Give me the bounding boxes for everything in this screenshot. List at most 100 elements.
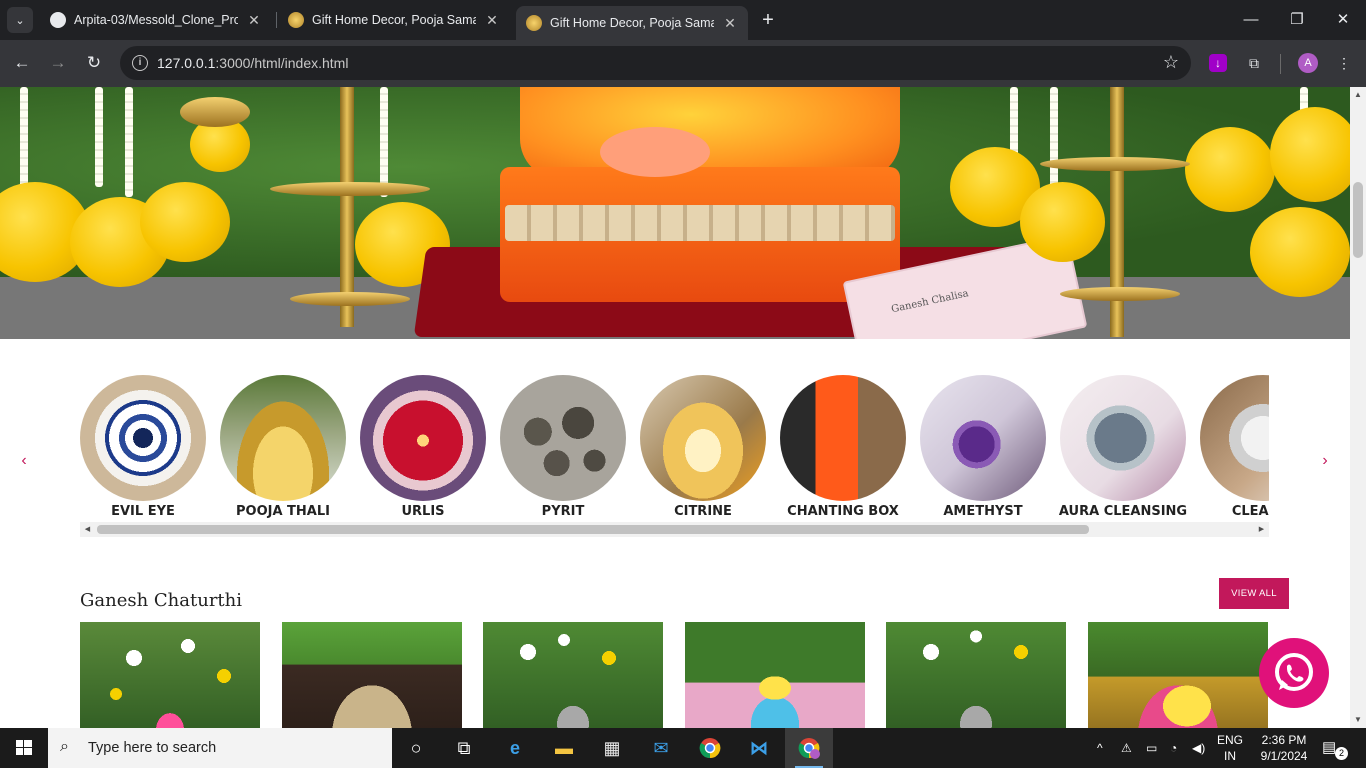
forward-button[interactable]: → [46, 51, 70, 75]
browser-tab-site[interactable]: Gift Home Decor, Pooja Samagr ✕ [278, 5, 510, 35]
close-window-button[interactable]: ✕ [1332, 8, 1354, 32]
category-label: AMETHYST [943, 504, 1023, 519]
toolbar-separator [1280, 54, 1281, 74]
product-card-image[interactable] [80, 622, 260, 728]
volume-icon[interactable]: ◀) [1192, 728, 1205, 768]
section-title: Ganesh Chaturthi [80, 590, 243, 611]
scroll-left-icon[interactable]: ◀ [80, 522, 95, 537]
tab-separator [276, 12, 277, 28]
category-label: EVIL EYE [111, 504, 175, 519]
store-icon[interactable]: ▦ [588, 728, 636, 768]
category-image [360, 375, 486, 501]
bookmark-star-icon[interactable]: ☆ [1163, 52, 1179, 73]
category-image [920, 375, 1046, 501]
tab-title: Gift Home Decor, Pooja Samagr [550, 16, 714, 30]
product-card-image[interactable] [886, 622, 1066, 728]
close-icon[interactable]: ✕ [722, 15, 738, 32]
product-card-image[interactable] [1088, 622, 1268, 728]
tab-search-button[interactable]: ⌄ [7, 7, 33, 33]
category-carousel: EVIL EYE POOJA THALI URLIS PYRIT CITRINE… [80, 375, 1269, 535]
whatsapp-chat-button[interactable] [1259, 638, 1329, 708]
address-bar[interactable]: i 127.0.0.1:3000/html/index.html ☆ [120, 46, 1191, 80]
wifi-icon[interactable]: ◔ [1170, 728, 1177, 768]
download-extension-icon[interactable]: ↓ [1209, 54, 1227, 72]
category-evil-eye[interactable]: EVIL EYE [80, 375, 213, 519]
taskbar-search-input[interactable]: ⌕ Type here to search [48, 728, 392, 768]
reload-button[interactable]: ↻ [82, 51, 106, 75]
carousel-prev-button[interactable]: ‹ [16, 453, 32, 469]
category-pyrit[interactable]: PYRIT [493, 375, 633, 519]
category-image [220, 375, 346, 501]
network-warning-icon[interactable]: ⚠ [1121, 728, 1132, 768]
scroll-up-icon[interactable]: ▲ [1350, 87, 1366, 103]
edge-icon[interactable]: e [491, 728, 539, 768]
carousel-next-button[interactable]: › [1317, 453, 1333, 469]
category-pooja-thali[interactable]: POOJA THALI [213, 375, 353, 519]
scroll-right-icon[interactable]: ▶ [1254, 522, 1269, 537]
category-urlis[interactable]: URLIS [353, 375, 493, 519]
github-icon [50, 12, 66, 28]
task-view-icon[interactable]: ⧉ [440, 728, 488, 768]
notification-center-button[interactable]: ▤ 2 [1322, 738, 1348, 760]
vscode-icon[interactable]: ⋈ [735, 728, 783, 768]
category-image [1200, 375, 1269, 501]
file-explorer-icon[interactable]: ▬ [540, 728, 588, 768]
category-citrine[interactable]: CITRINE [633, 375, 773, 519]
category-image [500, 375, 626, 501]
mail-icon[interactable]: ✉ [637, 728, 685, 768]
product-card-image[interactable] [282, 622, 462, 728]
windows-logo-icon [16, 740, 32, 755]
back-button[interactable]: ← [10, 51, 34, 75]
cortana-icon[interactable]: ○ [392, 728, 440, 768]
site-info-icon[interactable]: i [132, 55, 148, 71]
chrome-icon[interactable] [686, 728, 734, 768]
category-chanting-box[interactable]: CHANTING BOX [773, 375, 913, 519]
close-icon[interactable]: ✕ [484, 12, 500, 29]
category-amethyst[interactable]: AMETHYST [913, 375, 1053, 519]
menu-kebab-icon[interactable]: ⋮ [1333, 52, 1355, 74]
url-text[interactable]: 127.0.0.1:3000/html/index.html [157, 55, 348, 71]
arrow-left-icon: ← [13, 53, 31, 72]
category-image [80, 375, 206, 501]
page-scrollbar[interactable]: ▲ ▼ [1350, 87, 1366, 728]
show-hidden-icons-button[interactable]: ^ [1097, 728, 1103, 768]
language-indicator[interactable]: ENG IN [1212, 732, 1248, 764]
category-aura-cleansing[interactable]: AURA CLEANSING [1053, 375, 1193, 519]
site-favicon-icon [288, 12, 304, 28]
page-viewport: Ganesh Chalisa ‹ › EVIL EYE POOJA THALI [0, 87, 1350, 728]
scrollbar-thumb[interactable] [1353, 182, 1363, 258]
site-favicon-icon [526, 15, 542, 31]
category-label: PYRIT [541, 504, 585, 519]
notification-badge: 2 [1335, 747, 1348, 760]
product-card-image[interactable] [483, 622, 663, 728]
tab-title: Gift Home Decor, Pooja Samagr [312, 13, 476, 27]
start-button[interactable] [0, 728, 48, 768]
carousel-scrollbar[interactable]: ◀ ▶ [80, 522, 1269, 537]
extensions-puzzle-icon[interactable]: ⧉ [1243, 52, 1265, 74]
close-icon[interactable]: ✕ [246, 12, 262, 29]
category-label: POOJA THALI [236, 504, 330, 519]
category-image [1060, 375, 1186, 501]
product-card-image[interactable] [685, 622, 865, 728]
chevron-right-icon: › [1322, 452, 1328, 469]
chrome-profile-icon[interactable] [785, 728, 833, 768]
taskbar-clock[interactable]: 2:36 PM 9/1/2024 [1254, 732, 1314, 764]
browser-tab-github[interactable]: Arpita-03/Messold_Clone_Proje ✕ [40, 5, 272, 35]
scroll-down-icon[interactable]: ▼ [1350, 712, 1366, 728]
restore-button[interactable]: ❐ [1286, 8, 1308, 32]
battery-icon[interactable]: ▭ [1146, 728, 1157, 768]
windows-taskbar: ⌕ Type here to search ○ ⧉ e ▬ ▦ ✉ ⋈ ^ ⚠ … [0, 728, 1366, 768]
scrollbar-thumb[interactable] [97, 525, 1089, 534]
category-clear-quartz[interactable]: CLEAR Q [1193, 375, 1269, 519]
browser-tab-active[interactable]: Gift Home Decor, Pooja Samagr ✕ [516, 6, 748, 40]
category-label: CLEAR Q [1231, 504, 1269, 519]
view-all-button[interactable]: VIEW ALL [1219, 578, 1289, 609]
browser-toolbar: ← → ↻ i 127.0.0.1:3000/html/index.html ☆… [0, 40, 1366, 87]
chevron-left-icon: ‹ [21, 452, 27, 469]
minimize-button[interactable]: — [1240, 8, 1262, 32]
chevron-down-icon: ⌄ [15, 14, 25, 27]
tab-title: Arpita-03/Messold_Clone_Proje [74, 13, 238, 27]
new-tab-button[interactable]: + [758, 9, 778, 31]
category-image [780, 375, 906, 501]
profile-avatar[interactable]: A [1298, 53, 1318, 73]
